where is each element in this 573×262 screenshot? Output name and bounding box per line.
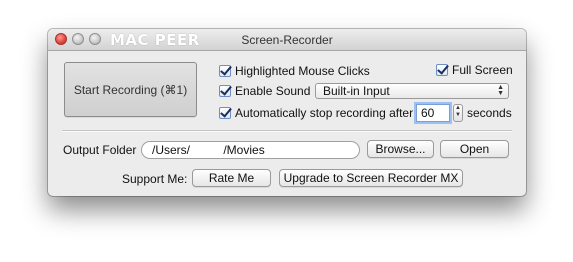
support-label: Support Me: — [122, 172, 188, 186]
seconds-unit-label: seconds — [467, 106, 512, 120]
checkbox-checked-icon — [219, 65, 231, 77]
auto-stop-seconds-input[interactable]: 60 — [416, 104, 450, 122]
window-title: Screen-Recorder — [241, 33, 333, 47]
enable-sound-checkbox[interactable]: Enable Sound — [219, 84, 310, 98]
open-button[interactable]: Open — [440, 140, 509, 158]
highlight-clicks-label: Highlighted Mouse Clicks — [235, 64, 370, 78]
browse-button[interactable]: Browse... — [367, 140, 434, 158]
full-screen-checkbox[interactable]: Full Screen — [436, 63, 513, 77]
auto-stop-checkbox[interactable]: Automatically stop recording after — [219, 106, 413, 120]
sound-source-value: Built-in Input — [323, 84, 390, 98]
highlight-clicks-checkbox[interactable]: Highlighted Mouse Clicks — [219, 64, 370, 78]
popup-arrows-icon: ▲ ▼ — [497, 84, 504, 97]
output-folder-input[interactable]: /Users/ /Movies — [141, 141, 360, 159]
sound-source-select[interactable]: Built-in Input ▲ ▼ — [315, 83, 509, 99]
checkbox-checked-icon — [436, 64, 448, 76]
full-screen-label: Full Screen — [452, 63, 513, 77]
rate-me-button[interactable]: Rate Me — [192, 169, 271, 187]
checkbox-checked-icon — [219, 107, 231, 119]
title-bar: MAC PEER Screen-Recorder — [48, 29, 526, 51]
output-folder-label: Output Folder — [63, 143, 137, 157]
checkbox-checked-icon — [219, 85, 231, 97]
app-window: MAC PEER Screen-Recorder Start Recording… — [48, 29, 526, 196]
enable-sound-label: Enable Sound — [235, 84, 311, 98]
seconds-stepper[interactable]: ▲ ▼ — [453, 104, 463, 122]
start-recording-button[interactable]: Start Recording (⌘1) — [64, 62, 197, 117]
auto-stop-label: Automatically stop recording after — [235, 106, 414, 120]
section-divider — [62, 130, 512, 132]
upgrade-button[interactable]: Upgrade to Screen Recorder MX — [279, 169, 463, 187]
